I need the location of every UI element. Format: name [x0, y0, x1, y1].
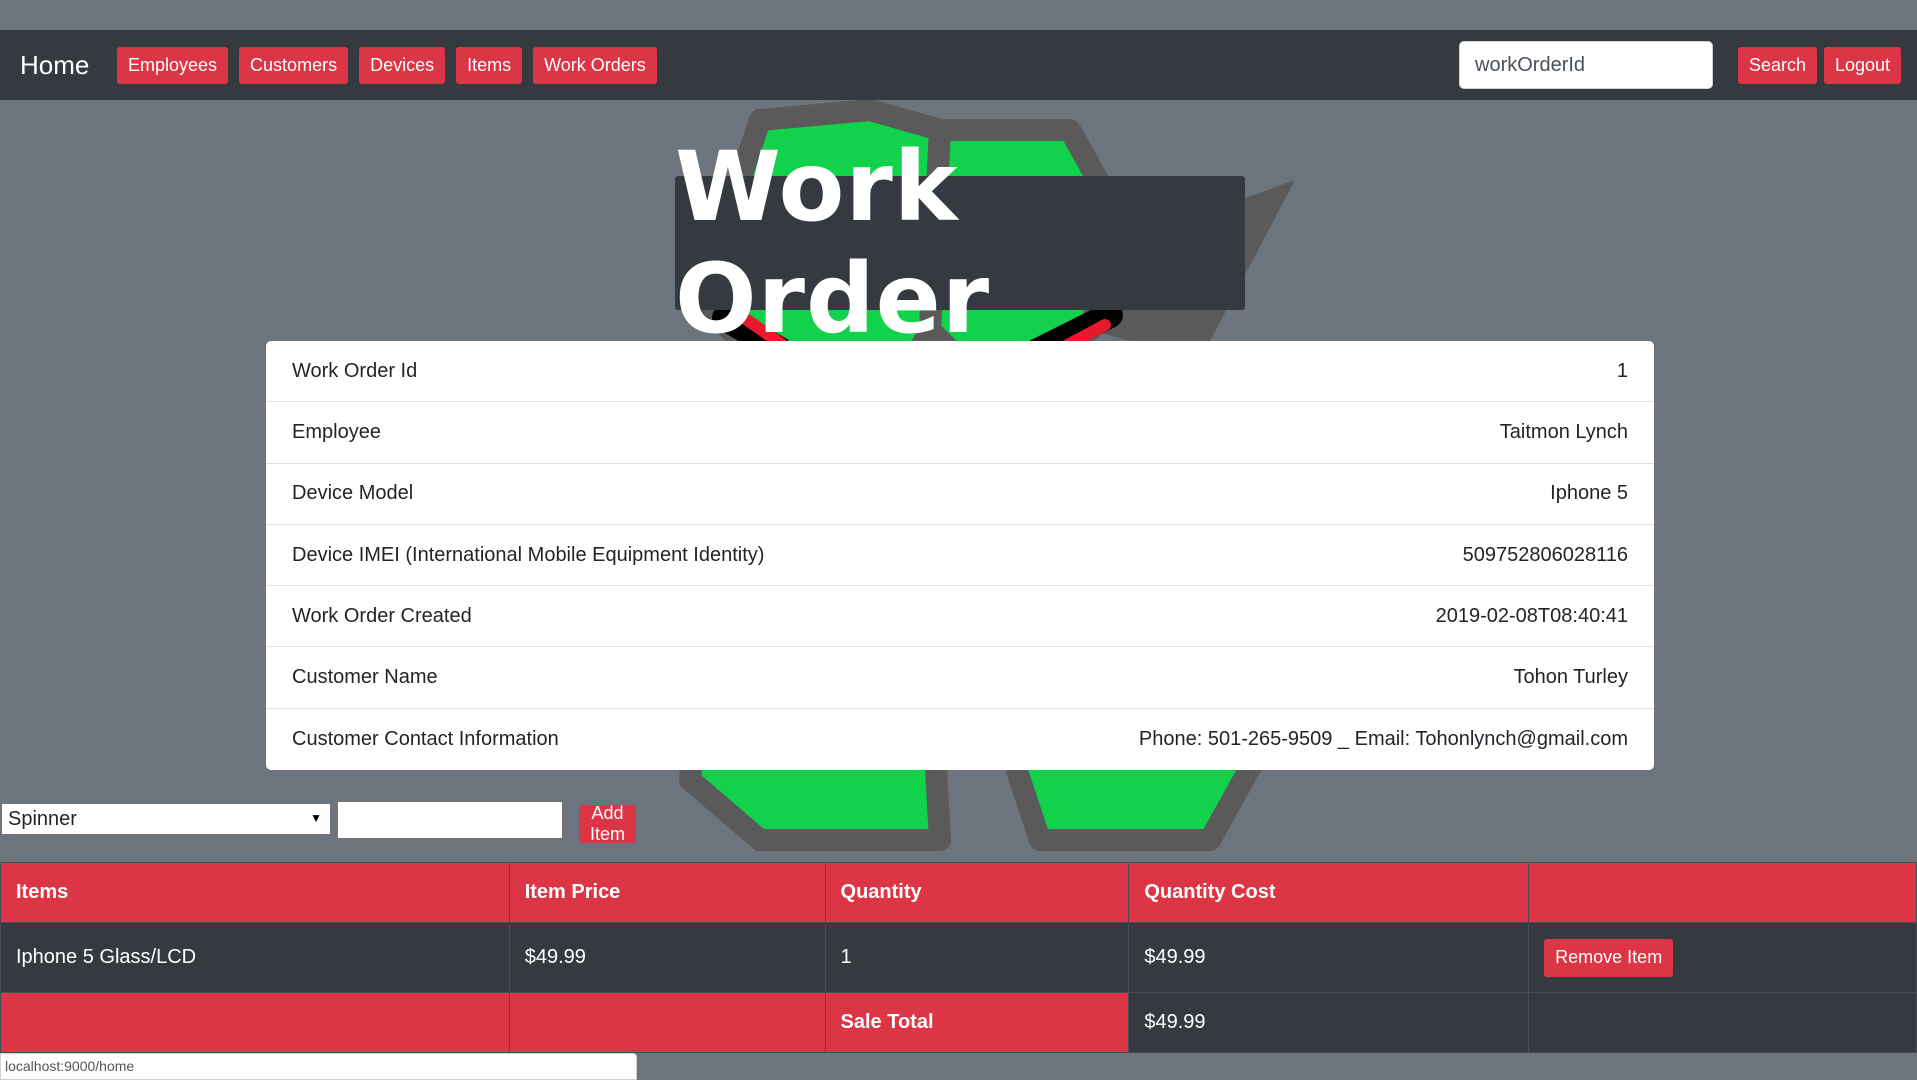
total-empty-cell	[508, 992, 826, 1053]
nav-links: Employees Customers Devices Items Work O…	[117, 47, 657, 84]
browser-status-url: localhost:9000/home	[0, 1053, 637, 1080]
column-header-actions	[1528, 862, 1917, 923]
column-header-item-price: Item Price	[508, 862, 826, 923]
detail-row: Device Model Iphone 5	[266, 464, 1654, 525]
detail-value: 2019-02-08T08:40:41	[1435, 604, 1628, 627]
detail-value: Taitmon Lynch	[1499, 420, 1628, 443]
detail-label: Employee	[292, 420, 381, 443]
cell-action: Remove Item	[1528, 922, 1917, 993]
item-select-value: Spinner	[8, 807, 77, 830]
page-title-box: Work Order	[675, 131, 1245, 355]
detail-label: Work Order Id	[292, 359, 418, 382]
chevron-down-icon: ▼	[310, 811, 322, 825]
cell-price: $49.99	[508, 922, 826, 993]
nav-devices-button[interactable]: Devices	[359, 47, 446, 84]
home-link[interactable]: Home	[20, 50, 89, 81]
detail-label: Device Model	[292, 482, 414, 505]
column-header-quantity-cost: Quantity Cost	[1128, 862, 1530, 923]
detail-value: Tohon Turley	[1513, 666, 1628, 689]
column-header-items: Items	[0, 862, 510, 923]
detail-value: Iphone 5	[1550, 482, 1628, 505]
total-empty-cell	[0, 992, 510, 1053]
page-title: Work Order	[675, 131, 991, 355]
detail-value: 1	[1616, 359, 1628, 382]
work-order-details: Work Order Id 1 Employee Taitmon Lynch D…	[266, 341, 1654, 771]
column-header-quantity: Quantity	[824, 862, 1130, 923]
items-table: Items Item Price Quantity Quantity Cost …	[0, 862, 1917, 1053]
detail-row: Work Order Id 1	[266, 341, 1654, 403]
detail-value: 509752806028116	[1462, 543, 1628, 566]
cell-quantity: 1	[824, 922, 1130, 993]
top-strip	[0, 0, 1917, 30]
cell-item: Iphone 5 Glass/LCD	[0, 922, 510, 993]
item-select[interactable]: Spinner ▼	[1, 803, 331, 835]
sale-total-value: $49.99	[1128, 992, 1530, 1053]
remove-item-button[interactable]: Remove Item	[1544, 938, 1674, 977]
sale-total-label: Sale Total	[824, 992, 1130, 1053]
search-button[interactable]: Search	[1738, 47, 1818, 84]
nav-customers-button[interactable]: Customers	[239, 47, 349, 84]
detail-row: Work Order Created 2019-02-08T08:40:41	[266, 586, 1654, 648]
navbar: Home Employees Customers Devices Items W…	[0, 30, 1917, 100]
detail-row: Customer Contact Information Phone: 501-…	[266, 709, 1654, 770]
detail-label: Work Order Created	[292, 604, 472, 627]
search-input[interactable]: workOrderId	[1459, 41, 1713, 89]
nav-work-orders-button[interactable]: Work Orders	[533, 47, 657, 84]
nav-employees-button[interactable]: Employees	[117, 47, 229, 84]
quantity-input[interactable]	[337, 801, 563, 839]
detail-value: Phone: 501-265-9509 _ Email: Tohonlynch@…	[1138, 727, 1628, 750]
table-header-row: Items Item Price Quantity Quantity Cost	[0, 862, 1917, 923]
detail-row: Customer Name Tohon Turley	[266, 647, 1654, 709]
table-row: Iphone 5 Glass/LCD $49.99 1 $49.99 Remov…	[0, 922, 1917, 993]
logout-button[interactable]: Logout	[1824, 47, 1902, 84]
total-empty-cell	[1528, 992, 1917, 1053]
cell-cost: $49.99	[1128, 922, 1530, 993]
detail-label: Customer Name	[292, 666, 438, 689]
detail-row: Employee Taitmon Lynch	[266, 402, 1654, 464]
total-row: Sale Total $49.99	[0, 992, 1917, 1053]
add-item-button[interactable]: Add Item	[579, 803, 637, 844]
detail-label: Device IMEI (International Mobile Equipm…	[292, 543, 765, 566]
detail-row: Device IMEI (International Mobile Equipm…	[266, 525, 1654, 587]
detail-label: Customer Contact Information	[292, 727, 559, 750]
nav-items-button[interactable]: Items	[456, 47, 523, 84]
